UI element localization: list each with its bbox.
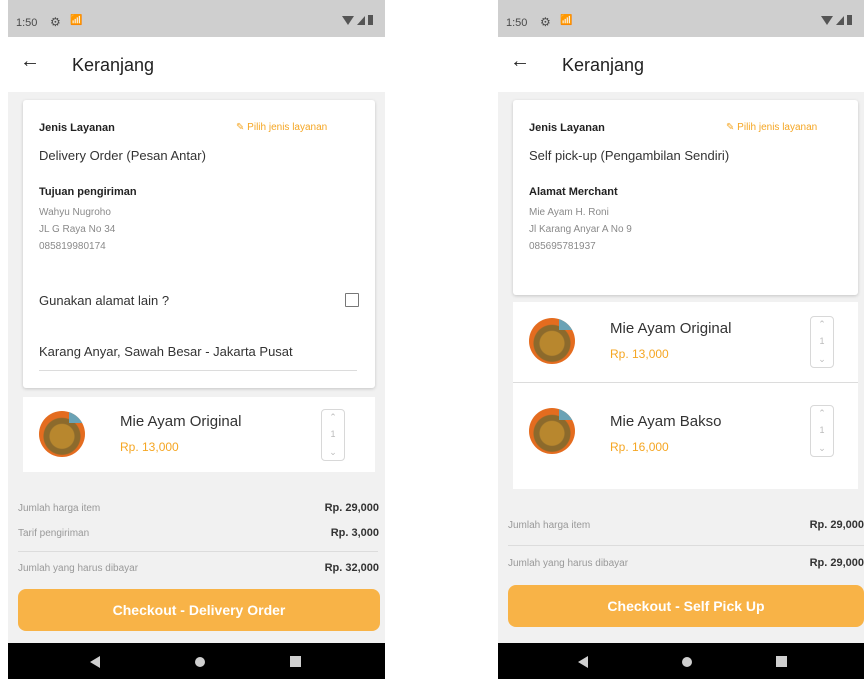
quantity-stepper[interactable]: ⌃ 1 ⌄ — [810, 405, 834, 457]
chevron-up-icon[interactable]: ⌃ — [322, 412, 344, 423]
merchant-name: Mie Ayam H. Roni — [529, 207, 609, 218]
food-image — [39, 411, 85, 457]
quantity-stepper[interactable]: ⌃ 1 ⌄ — [321, 409, 345, 461]
pencil-icon: ✎ — [236, 122, 245, 133]
food-image — [529, 408, 575, 454]
cart-item: Mie Ayam Original Rp. 13,000 ⌃ 1 ⌄ — [513, 302, 858, 382]
status-bar: 1:50 ⚙ 📶 — [498, 0, 864, 37]
choose-service-link[interactable]: ✎ Pilih jenis layanan — [236, 122, 327, 133]
nav-back-icon[interactable] — [90, 656, 100, 668]
cart-item: Mie Ayam Original Rp. 13,000 ⌃ 1 ⌄ — [23, 397, 375, 472]
grand-total-label: Jumlah yang harus dibayar — [508, 558, 629, 569]
phone-screen-delivery: 1:50 ⚙ 📶 ← Keranjang Jenis Layanan ✎ Pil… — [8, 0, 385, 679]
system-nav-bar — [8, 643, 385, 679]
address-input-underline — [39, 370, 357, 371]
delivery-address-label: Tujuan pengiriman — [39, 186, 137, 198]
signal-battery-icon — [342, 15, 373, 25]
grand-total-value: Rp. 32,000 — [324, 562, 379, 574]
quantity-value: 1 — [819, 336, 825, 346]
back-arrow-icon[interactable]: ← — [20, 49, 40, 73]
status-time: 1:50 — [16, 17, 38, 29]
item-price: Rp. 13,000 — [610, 347, 669, 361]
service-type-value: Self pick-up (Pengambilan Sendiri) — [529, 148, 730, 163]
quantity-value: 1 — [330, 429, 336, 439]
choose-service-link[interactable]: ✎ Pilih jenis layanan — [726, 122, 817, 133]
chevron-down-icon[interactable]: ⌄ — [811, 354, 833, 365]
nav-back-icon[interactable] — [578, 656, 588, 668]
service-card: Jenis Layanan ✎ Pilih jenis layanan Deli… — [23, 100, 375, 388]
service-card: Jenis Layanan ✎ Pilih jenis layanan Self… — [513, 100, 858, 295]
food-image — [529, 318, 575, 364]
items-total-value: Rp. 29,000 — [809, 519, 864, 531]
merchant-phone: 085695781937 — [529, 241, 596, 252]
chevron-down-icon[interactable]: ⌄ — [322, 447, 344, 458]
summary-divider — [18, 551, 378, 552]
quantity-value: 1 — [819, 425, 825, 435]
page-title: Keranjang — [72, 55, 155, 75]
settings-status-icon: ⚙ — [540, 15, 551, 29]
summary-divider — [508, 545, 864, 546]
delivery-address: Wahyu Nugroho JL G Raya No 34 0858199801… — [39, 204, 115, 255]
phone-screen-pickup: 1:50 ⚙ 📶 ← Keranjang Jenis Layanan ✎ Pil… — [498, 0, 864, 679]
address-street: JL G Raya No 34 — [39, 224, 116, 235]
signal-battery-icon — [821, 15, 852, 25]
item-price: Rp. 16,000 — [610, 440, 669, 454]
merchant-street: Jl Karang Anyar A No 9 — [529, 224, 632, 235]
nav-recents-icon[interactable] — [290, 656, 301, 667]
shipping-fee-label: Tarif pengiriman — [18, 528, 90, 539]
nav-recents-icon[interactable] — [776, 656, 787, 667]
app-bar: ← Keranjang — [8, 37, 385, 92]
page-title: Keranjang — [562, 55, 645, 75]
chevron-up-icon[interactable]: ⌃ — [811, 319, 833, 330]
address-name: Wahyu Nugroho — [39, 207, 111, 218]
item-name: Mie Ayam Original — [610, 320, 732, 337]
item-name: Mie Ayam Bakso — [610, 413, 722, 430]
item-name: Mie Ayam Original — [120, 413, 242, 430]
nav-home-icon[interactable] — [195, 657, 205, 667]
merchant-address-label: Alamat Merchant — [529, 186, 618, 198]
other-address-input[interactable]: Karang Anyar, Sawah Besar - Jakarta Pusa… — [39, 344, 293, 359]
items-total-label: Jumlah harga item — [18, 503, 101, 514]
merchant-address: Mie Ayam H. Roni Jl Karang Anyar A No 9 … — [529, 204, 632, 255]
checkout-button[interactable]: Checkout - Delivery Order — [18, 589, 380, 631]
use-other-address-label: Gunakan alamat lain ? — [39, 293, 170, 308]
pencil-icon: ✎ — [726, 122, 735, 133]
app-bar: ← Keranjang — [498, 37, 864, 92]
items-total-label: Jumlah harga item — [508, 520, 591, 531]
back-arrow-icon[interactable]: ← — [510, 49, 530, 73]
chevron-down-icon[interactable]: ⌄ — [811, 443, 833, 454]
use-other-address-checkbox[interactable] — [345, 293, 359, 307]
cast-status-icon: 📶 — [560, 15, 573, 26]
status-bar: 1:50 ⚙ 📶 — [8, 0, 385, 37]
grand-total-label: Jumlah yang harus dibayar — [18, 563, 139, 574]
quantity-stepper[interactable]: ⌃ 1 ⌄ — [810, 316, 834, 368]
address-phone: 085819980174 — [39, 241, 106, 252]
system-nav-bar — [498, 643, 864, 679]
cast-status-icon: 📶 — [70, 15, 83, 26]
settings-status-icon: ⚙ — [50, 15, 61, 29]
cart-item: Mie Ayam Bakso Rp. 16,000 ⌃ 1 ⌄ — [513, 383, 858, 489]
chevron-up-icon[interactable]: ⌃ — [811, 408, 833, 419]
service-type-label: Jenis Layanan — [39, 122, 115, 134]
grand-total-value: Rp. 29,000 — [809, 557, 864, 569]
item-price: Rp. 13,000 — [120, 440, 179, 454]
shipping-fee-value: Rp. 3,000 — [330, 527, 379, 539]
status-time: 1:50 — [506, 17, 528, 29]
items-total-value: Rp. 29,000 — [324, 502, 379, 514]
checkout-button[interactable]: Checkout - Self Pick Up — [508, 585, 864, 627]
service-type-value: Delivery Order (Pesan Antar) — [39, 148, 206, 163]
service-type-label: Jenis Layanan — [529, 122, 605, 134]
nav-home-icon[interactable] — [682, 657, 692, 667]
